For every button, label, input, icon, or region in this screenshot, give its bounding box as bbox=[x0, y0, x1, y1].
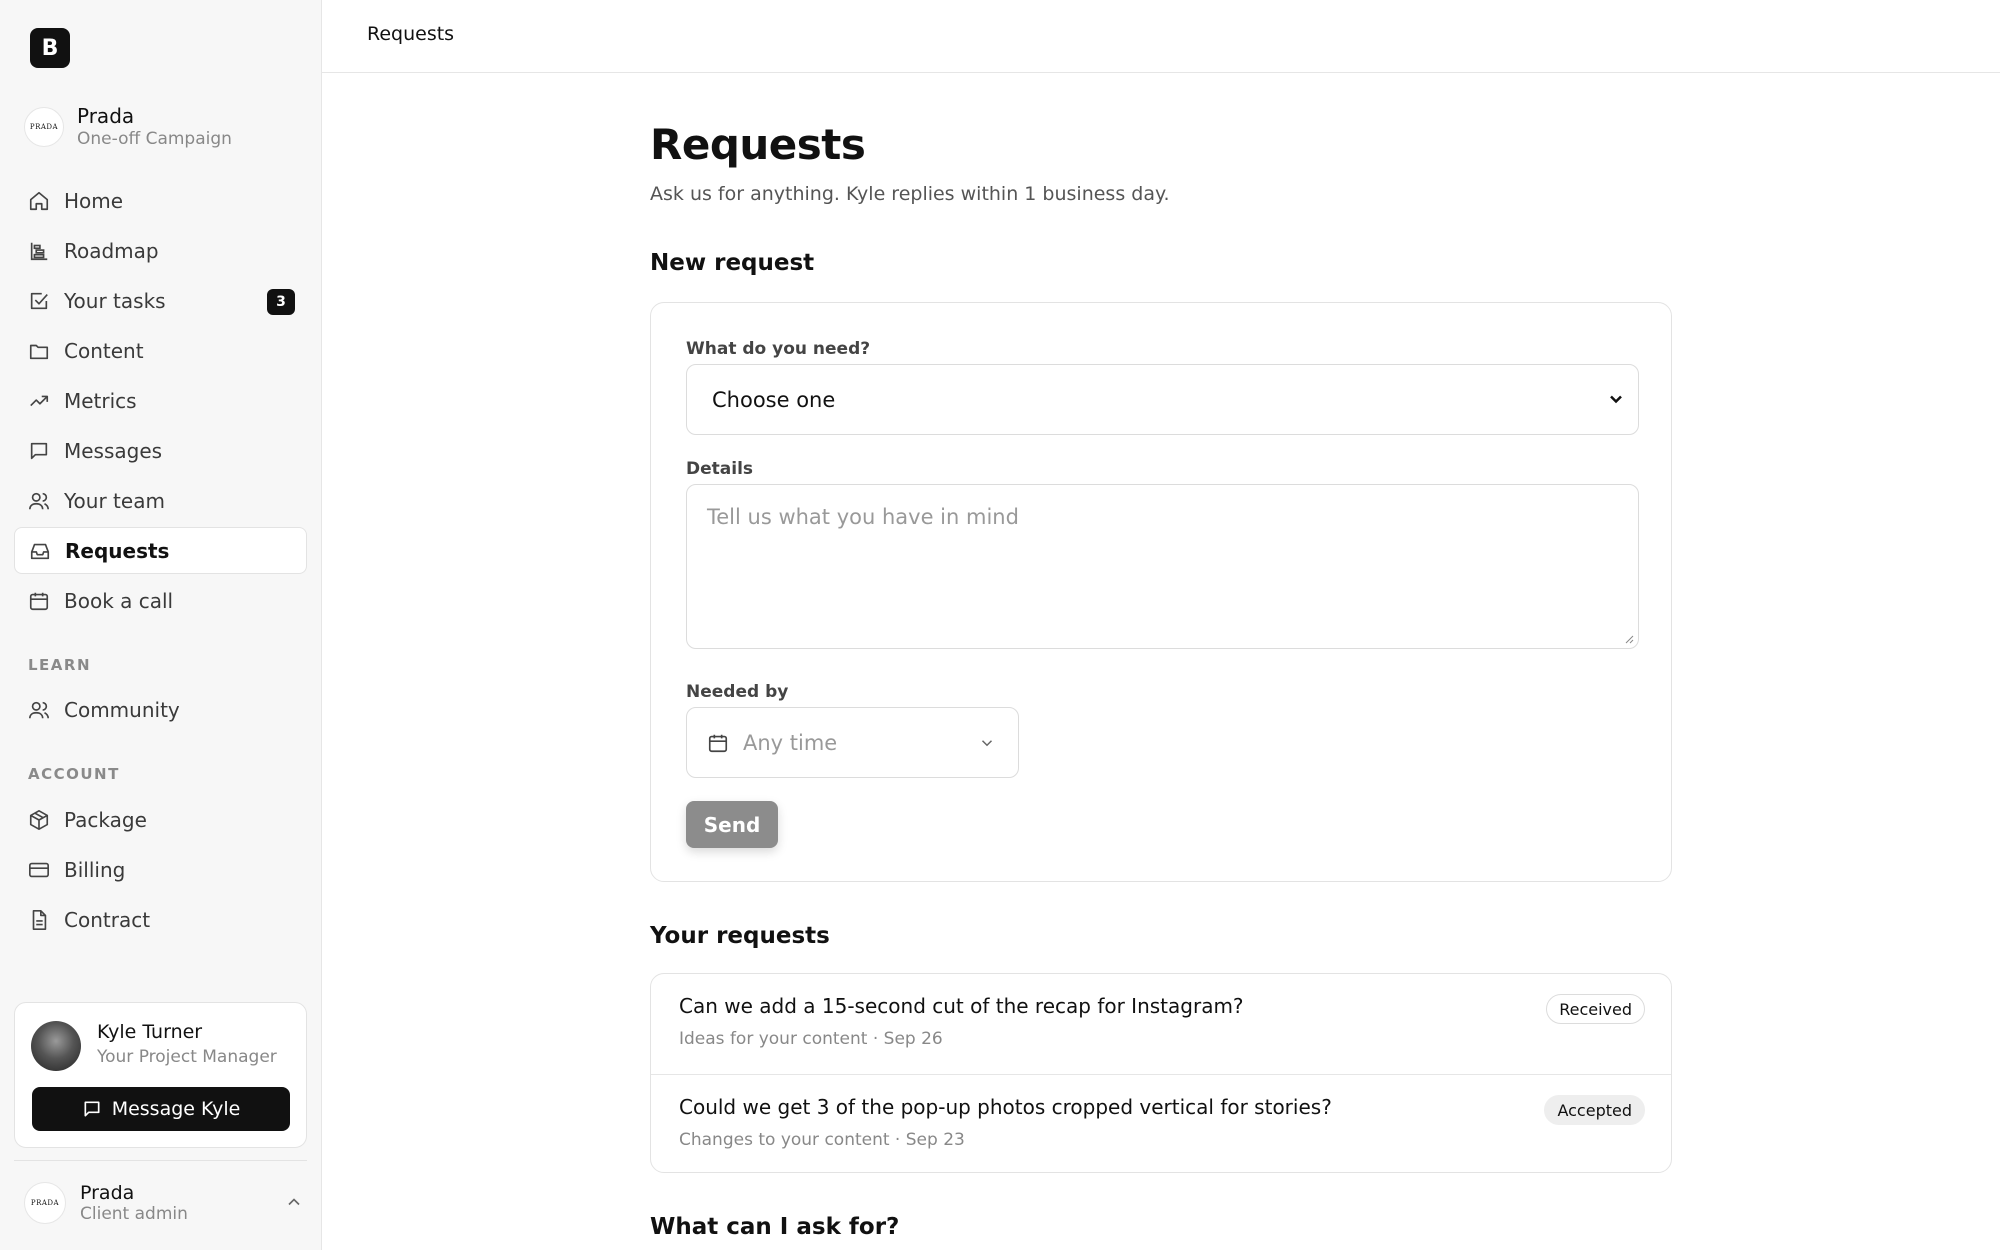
sidebar-item-label: Messages bbox=[64, 438, 163, 463]
pm-role: Your Project Manager bbox=[97, 1047, 277, 1067]
project-manager-card: Kyle Turner Your Project Manager Message… bbox=[14, 1002, 307, 1148]
account-logo-text: PRADA bbox=[30, 1199, 60, 1207]
sidebar-item-label: Content bbox=[64, 338, 144, 363]
top-bar: Requests bbox=[322, 0, 2000, 73]
details-label: Details bbox=[686, 459, 754, 479]
sidebar-item-label: Home bbox=[64, 188, 124, 213]
app-logo[interactable]: B bbox=[30, 28, 70, 68]
sidebar-item-label: Contract bbox=[64, 907, 151, 932]
file-icon bbox=[28, 909, 50, 931]
resize-handle-icon[interactable] bbox=[1624, 634, 1634, 644]
details-textarea[interactable]: Tell us what you have in mind bbox=[686, 484, 1639, 649]
roadmap-icon bbox=[28, 240, 50, 262]
request-meta: Ideas for your content · Sep 26 bbox=[679, 1029, 943, 1049]
pm-name: Kyle Turner bbox=[97, 1021, 203, 1043]
request-type-select[interactable]: Choose one bbox=[686, 364, 1639, 435]
sidebar-item-label: Metrics bbox=[64, 388, 137, 413]
sidebar-item-your-tasks[interactable]: Your tasks 3 bbox=[14, 277, 307, 324]
sidebar-item-label: Billing bbox=[64, 857, 126, 882]
breadcrumb: Requests bbox=[367, 23, 455, 45]
account-role: Client admin bbox=[80, 1204, 188, 1224]
folder-icon bbox=[28, 340, 50, 362]
sidebar-item-metrics[interactable]: Metrics bbox=[14, 377, 307, 424]
page-title: Requests bbox=[650, 120, 866, 169]
package-icon bbox=[28, 809, 50, 831]
list-item[interactable]: Could we get 3 of the pop-up photos crop… bbox=[651, 1074, 1671, 1172]
sidebar-item-your-team[interactable]: Your team bbox=[14, 477, 307, 524]
sidebar-item-label: Community bbox=[64, 697, 180, 722]
sidebar-divider bbox=[14, 1160, 307, 1161]
chevron-down-icon bbox=[981, 740, 993, 747]
sidebar-item-home[interactable]: Home bbox=[14, 177, 307, 224]
faq-heading: What can I ask for? bbox=[650, 1214, 900, 1240]
section-label-account: ACCOUNT bbox=[28, 765, 120, 783]
sidebar-item-book-a-call[interactable]: Book a call bbox=[14, 577, 307, 624]
calendar-icon bbox=[28, 590, 50, 612]
status-badge: Accepted bbox=[1544, 1095, 1645, 1125]
sidebar-item-label: Requests bbox=[65, 538, 170, 563]
brand-logo-text: PRADA bbox=[29, 123, 59, 131]
sidebar: B PRADA Prada One-off Campaign Home Road… bbox=[0, 0, 322, 1250]
brand-logo: PRADA bbox=[24, 107, 64, 147]
sidebar-item-community[interactable]: Community bbox=[14, 686, 307, 733]
new-request-heading: New request bbox=[650, 250, 815, 276]
chevron-up-icon bbox=[288, 1198, 300, 1206]
need-label: What do you need? bbox=[686, 339, 871, 359]
new-request-form: What do you need? Choose one Details Tel… bbox=[650, 302, 1672, 882]
home-icon bbox=[28, 190, 50, 212]
sidebar-item-requests[interactable]: Requests bbox=[14, 527, 307, 574]
send-button[interactable]: Send bbox=[686, 801, 778, 848]
sidebar-item-package[interactable]: Package bbox=[14, 796, 307, 843]
message-kyle-button[interactable]: Message Kyle bbox=[32, 1087, 290, 1131]
page-subtitle: Ask us for anything. Kyle replies within… bbox=[650, 183, 1170, 205]
credit-card-icon bbox=[28, 859, 50, 881]
needed-by-label: Needed by bbox=[686, 682, 789, 702]
your-requests-heading: Your requests bbox=[650, 923, 830, 949]
message-icon bbox=[84, 1101, 100, 1117]
needed-by-value: Any time bbox=[743, 730, 838, 755]
status-badge: Received bbox=[1546, 994, 1645, 1024]
app-logo-letter: B bbox=[41, 35, 59, 61]
request-meta: Changes to your content · Sep 23 bbox=[679, 1130, 965, 1150]
sidebar-item-label: Package bbox=[64, 807, 147, 832]
sidebar-item-billing[interactable]: Billing bbox=[14, 846, 307, 893]
request-type-value: Choose one bbox=[712, 387, 836, 412]
brand-switcher[interactable]: PRADA Prada One-off Campaign bbox=[24, 104, 232, 150]
brand-subtitle: One-off Campaign bbox=[77, 129, 232, 149]
message-kyle-label: Message Kyle bbox=[111, 1098, 241, 1120]
account-logo: PRADA bbox=[24, 1182, 66, 1224]
sidebar-item-label: Your team bbox=[64, 488, 165, 513]
brand-name: Prada bbox=[77, 104, 135, 128]
tasks-count-badge: 3 bbox=[267, 289, 295, 315]
sidebar-item-content[interactable]: Content bbox=[14, 327, 307, 374]
sidebar-item-label: Book a call bbox=[64, 588, 174, 613]
chevron-down-icon bbox=[1610, 395, 1622, 404]
users-icon bbox=[28, 490, 50, 512]
details-placeholder: Tell us what you have in mind bbox=[707, 505, 1019, 529]
account-name: Prada bbox=[80, 1182, 135, 1204]
section-label-learn: LEARN bbox=[28, 656, 92, 674]
trending-up-icon bbox=[28, 390, 50, 412]
calendar-icon bbox=[708, 734, 728, 752]
account-switcher[interactable]: PRADA Prada Client admin bbox=[24, 1178, 304, 1228]
requests-list: Can we add a 15-second cut of the recap … bbox=[650, 973, 1672, 1173]
send-label: Send bbox=[703, 812, 761, 837]
avatar bbox=[31, 1021, 81, 1071]
sidebar-item-label: Roadmap bbox=[64, 238, 159, 263]
list-item[interactable]: Can we add a 15-second cut of the recap … bbox=[651, 974, 1671, 1074]
request-title: Could we get 3 of the pop-up photos crop… bbox=[679, 1095, 1332, 1119]
sidebar-item-label: Your tasks bbox=[64, 288, 166, 313]
request-title: Can we add a 15-second cut of the recap … bbox=[679, 994, 1244, 1018]
sidebar-item-contract[interactable]: Contract bbox=[14, 896, 307, 943]
message-icon bbox=[28, 440, 50, 462]
inbox-icon bbox=[29, 540, 51, 562]
sidebar-item-roadmap[interactable]: Roadmap bbox=[14, 227, 307, 274]
needed-by-picker[interactable]: Any time bbox=[686, 707, 1019, 778]
sidebar-item-messages[interactable]: Messages bbox=[14, 427, 307, 474]
checkbox-icon bbox=[28, 290, 50, 312]
users-icon bbox=[28, 699, 50, 721]
